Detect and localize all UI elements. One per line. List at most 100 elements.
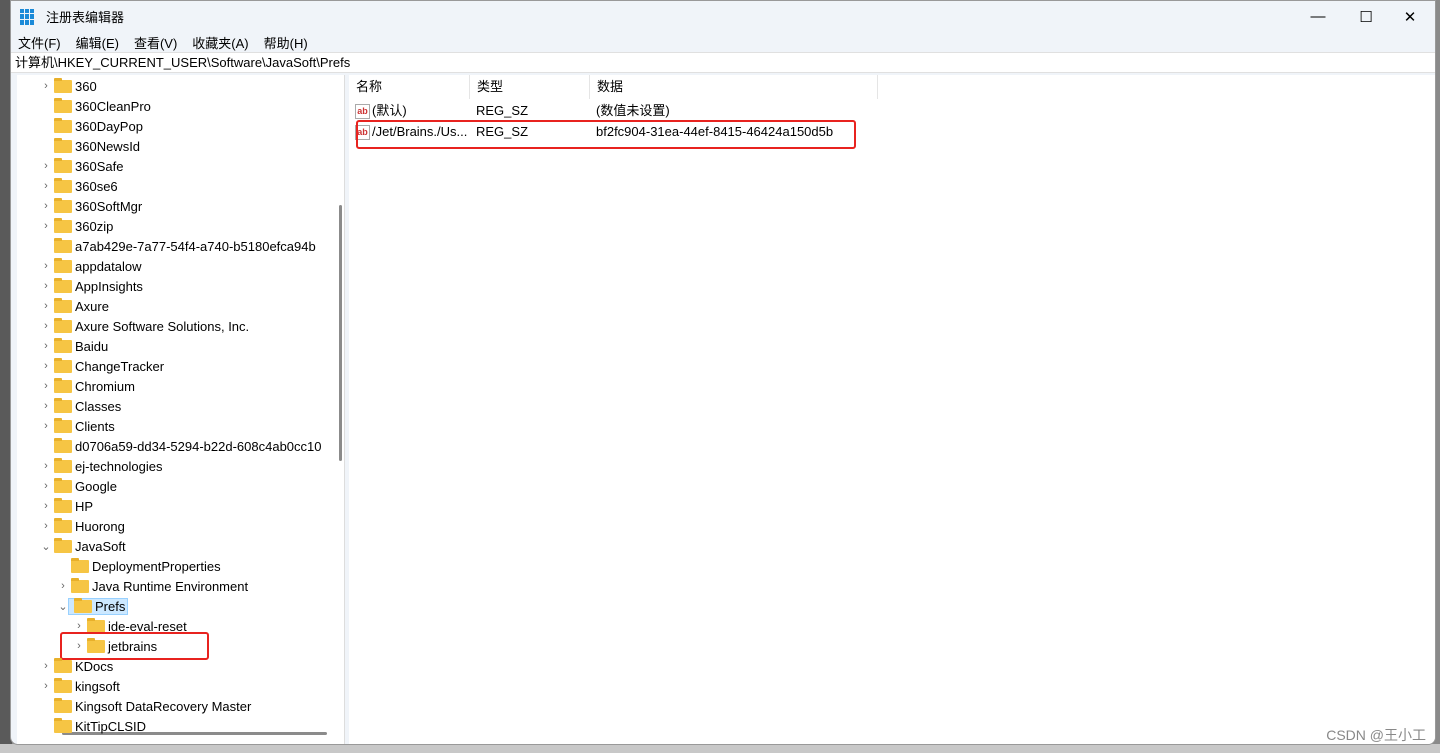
folder-icon	[54, 317, 72, 333]
value-name: (默认)	[372, 103, 407, 118]
column-header-name[interactable]: 名称	[349, 75, 470, 99]
chevron-right-icon[interactable]: ›	[58, 580, 68, 592]
chevron-right-icon[interactable]: ›	[41, 400, 51, 412]
tree-item[interactable]: › KDocs	[41, 656, 113, 676]
folder-icon	[54, 137, 72, 153]
watermark: CSDN @王小工	[1326, 727, 1426, 743]
tree-item[interactable]: › ej-technologies	[41, 456, 162, 476]
value-row[interactable]: ab (默认)	[355, 101, 407, 121]
folder-icon	[54, 217, 72, 233]
chevron-right-icon[interactable]: ›	[41, 480, 51, 492]
tree-item-label: a7ab429e-7a77-54f4-a740-b5180efca94b	[75, 238, 316, 254]
folder-icon	[74, 597, 92, 613]
tree-item-label: ChangeTracker	[75, 358, 165, 374]
folder-icon	[54, 457, 72, 473]
chevron-right-icon[interactable]: ›	[41, 520, 51, 532]
chevron-right-icon[interactable]: ›	[41, 300, 51, 312]
tree-item[interactable]: DeploymentProperties	[58, 556, 221, 576]
tree-item[interactable]: a7ab429e-7a77-54f4-a740-b5180efca94b	[41, 236, 316, 256]
chevron-right-icon[interactable]: ›	[41, 460, 51, 472]
tree-item[interactable]: › 360zip	[41, 216, 113, 236]
chevron-right-icon[interactable]: ›	[74, 620, 84, 632]
folder-icon	[54, 377, 72, 393]
tree-item-label: 360NewsId	[75, 138, 141, 154]
tree-item[interactable]: › HP	[41, 496, 93, 516]
chevron-down-icon[interactable]: ⌄	[58, 600, 68, 613]
chevron-right-icon[interactable]: ›	[41, 360, 51, 372]
tree-item[interactable]: › Google	[41, 476, 117, 496]
tree-item[interactable]: › Classes	[41, 396, 121, 416]
column-header-data[interactable]: 数据	[590, 75, 878, 99]
selected-key[interactable]: Prefs	[68, 597, 129, 615]
chevron-right-icon[interactable]: ›	[41, 420, 51, 432]
maximize-button[interactable]: ☐	[1343, 1, 1389, 32]
tree-item[interactable]: › Clients	[41, 416, 115, 436]
registry-editor-window: 注册表编辑器 — ☐ ✕ 文件(F) 编辑(E) 查看(V) 收藏夹(A) 帮助…	[10, 0, 1436, 745]
tree-item-label: Baidu	[75, 338, 109, 354]
minimize-button[interactable]: —	[1295, 1, 1341, 32]
menu-edit[interactable]: 编辑(E)	[76, 33, 119, 52]
menu-help[interactable]: 帮助(H)	[264, 33, 308, 52]
chevron-right-icon[interactable]: ›	[41, 200, 51, 212]
chevron-right-icon[interactable]: ›	[41, 380, 51, 392]
tree-item[interactable]: › 360se6	[41, 176, 118, 196]
tree-item-label: Kingsoft DataRecovery Master	[75, 698, 252, 714]
chevron-right-icon[interactable]: ›	[41, 320, 51, 332]
tree-item[interactable]: › Axure Software Solutions, Inc.	[41, 316, 249, 336]
chevron-right-icon[interactable]: ›	[41, 80, 51, 92]
tree-item[interactable]: › Java Runtime Environment	[58, 576, 248, 596]
tree-item[interactable]: 360CleanPro	[41, 96, 151, 116]
tree-item[interactable]: 360NewsId	[41, 136, 140, 156]
folder-icon	[54, 237, 72, 253]
menu-view[interactable]: 查看(V)	[134, 33, 177, 52]
tree-vertical-scrollbar[interactable]	[339, 205, 342, 461]
chevron-right-icon[interactable]: ›	[41, 500, 51, 512]
tree-item[interactable]: Kingsoft DataRecovery Master	[41, 696, 251, 716]
close-button[interactable]: ✕	[1387, 1, 1433, 32]
tree-item[interactable]: KitTipCLSID	[41, 716, 146, 736]
tree-item-label: Clients	[75, 418, 115, 434]
tree-item-label: DeploymentProperties	[92, 558, 221, 574]
tree-item[interactable]: › Chromium	[41, 376, 135, 396]
folder-icon	[54, 77, 72, 93]
tree-item-label: KDocs	[75, 658, 114, 674]
address-bar[interactable]: 计算机\HKEY_CURRENT_USER\Software\JavaSoft\…	[11, 52, 1435, 73]
tree-item[interactable]: › appdatalow	[41, 256, 142, 276]
column-header-type[interactable]: 类型	[470, 75, 590, 99]
tree-item[interactable]: › 360SoftMgr	[41, 196, 142, 216]
tree-item-label: Huorong	[75, 518, 125, 534]
tree-item[interactable]: › Baidu	[41, 336, 108, 356]
chevron-right-icon[interactable]: ›	[41, 680, 51, 692]
chevron-down-icon[interactable]: ⌄	[41, 540, 51, 553]
folder-icon	[54, 437, 72, 453]
chevron-right-icon[interactable]: ›	[41, 160, 51, 172]
menu-file[interactable]: 文件(F)	[18, 33, 61, 52]
tree-item[interactable]: › kingsoft	[41, 676, 120, 696]
folder-icon	[54, 677, 72, 693]
tree-item[interactable]: ⌄ JavaSoft	[41, 536, 126, 556]
tree-item-label: d0706a59-dd34-5294-b22d-608c4ab0cc10	[75, 438, 322, 454]
chevron-right-icon[interactable]: ›	[41, 260, 51, 272]
tree-item[interactable]: › 360	[41, 76, 97, 96]
chevron-right-icon[interactable]: ›	[41, 660, 51, 672]
chevron-right-icon[interactable]: ›	[41, 340, 51, 352]
folder-icon	[54, 97, 72, 113]
tree-item[interactable]: › Huorong	[41, 516, 125, 536]
value-type: REG_SZ	[476, 103, 529, 118]
tree-item-label: Prefs	[95, 598, 126, 614]
folder-icon	[54, 537, 72, 553]
tree-item[interactable]: 360DayPop	[41, 116, 143, 136]
tree-item[interactable]: ⌄ Prefs	[58, 596, 129, 616]
chevron-right-icon[interactable]: ›	[41, 280, 51, 292]
chevron-right-icon[interactable]: ›	[41, 220, 51, 232]
tree-item[interactable]: › AppInsights	[41, 276, 143, 296]
tree-item[interactable]: › 360Safe	[41, 156, 123, 176]
tree-item[interactable]: › ChangeTracker	[41, 356, 164, 376]
chevron-right-icon[interactable]: ›	[41, 180, 51, 192]
string-value-icon: ab	[355, 104, 370, 120]
tree-item[interactable]: › Axure	[41, 296, 109, 316]
tree-item-label: 360DayPop	[75, 118, 143, 134]
folder-icon	[54, 697, 72, 713]
menu-favorites[interactable]: 收藏夹(A)	[192, 33, 248, 52]
tree-item[interactable]: d0706a59-dd34-5294-b22d-608c4ab0cc10	[41, 436, 322, 456]
